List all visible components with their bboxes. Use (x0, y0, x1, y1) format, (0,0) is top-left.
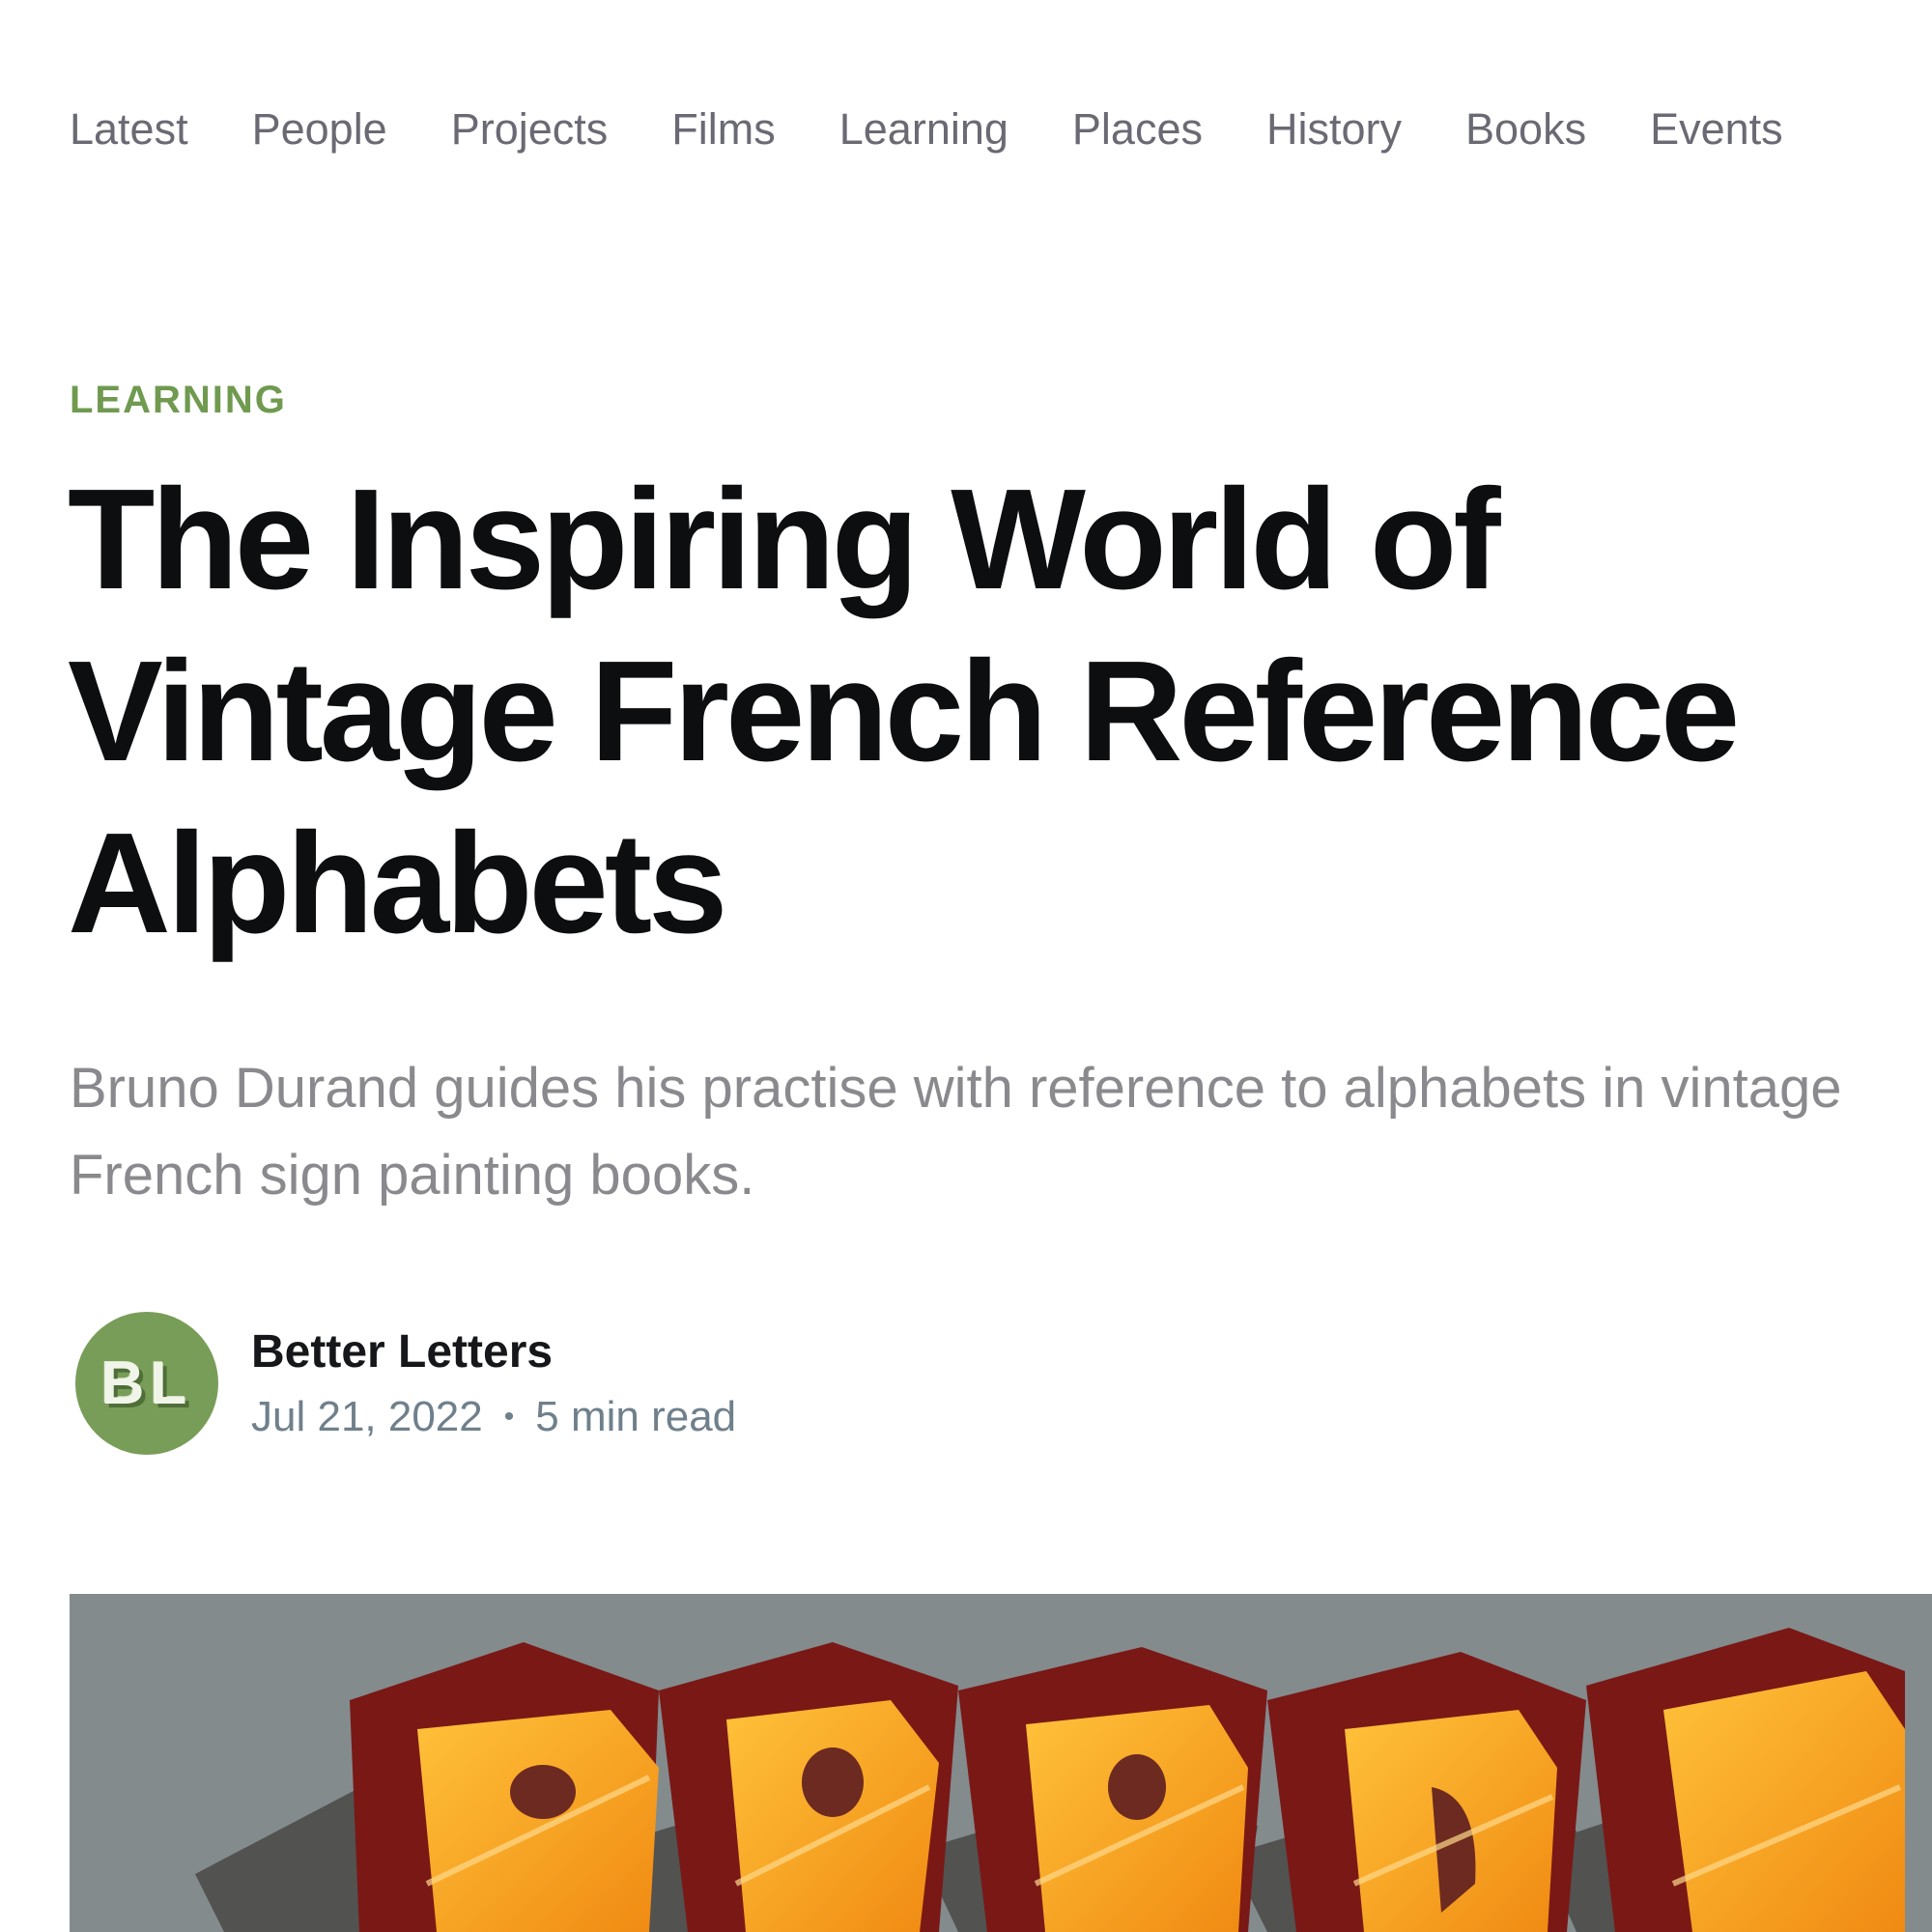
nav-item-events[interactable]: Events (1650, 104, 1783, 155)
page: Latest People Projects Films Learning Pl… (0, 0, 1932, 1932)
nav-item-films[interactable]: Films (671, 104, 775, 155)
author-initials: BL (100, 1350, 193, 1417)
top-navigation: Latest People Projects Films Learning Pl… (70, 104, 1783, 155)
nav-item-people[interactable]: People (252, 104, 387, 155)
nav-item-places[interactable]: Places (1072, 104, 1203, 155)
nav-item-projects[interactable]: Projects (451, 104, 609, 155)
author-name[interactable]: Better Letters (251, 1325, 553, 1378)
article-title: The Inspiring World of Vintage French Re… (68, 460, 1740, 963)
category-tag[interactable]: LEARNING (70, 379, 287, 422)
article-meta: Jul 21, 2022 • 5 min read (251, 1393, 736, 1441)
meta-separator: • (503, 1401, 515, 1433)
nav-item-history[interactable]: History (1266, 104, 1402, 155)
feature-image-artwork (70, 1594, 1932, 1932)
nav-item-latest[interactable]: Latest (70, 104, 188, 155)
publish-date: Jul 21, 2022 (251, 1393, 483, 1440)
article-excerpt: Bruno Durand guides his practise with re… (70, 1057, 1842, 1207)
feature-image (70, 1594, 1932, 1932)
nav-item-books[interactable]: Books (1465, 104, 1586, 155)
reading-time: 5 min read (535, 1393, 737, 1440)
author-avatar[interactable]: BL (75, 1312, 218, 1455)
nav-item-learning[interactable]: Learning (839, 104, 1009, 155)
